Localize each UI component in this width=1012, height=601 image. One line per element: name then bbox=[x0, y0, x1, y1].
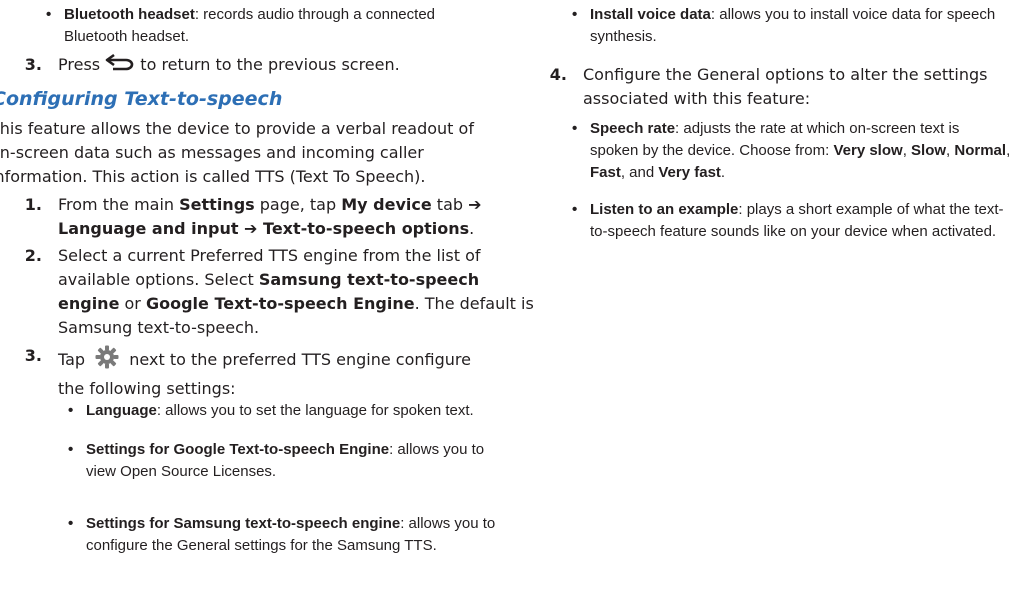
step-number: 1. bbox=[24, 195, 42, 214]
step-text: the following settings: bbox=[58, 379, 236, 398]
step-bold: Samsung text-to-speech bbox=[258, 270, 480, 289]
separator: , and bbox=[620, 164, 659, 181]
step-text: . The default is bbox=[414, 294, 534, 313]
step-text: to return to the previous screen. bbox=[140, 55, 400, 74]
bullet-desc-line2: synthesis. bbox=[590, 28, 657, 45]
step-1: 1. From the main Settings page, tap My d… bbox=[25, 193, 482, 241]
step-text: or bbox=[119, 294, 146, 313]
step-text: Configure the General options to alter t… bbox=[583, 65, 988, 84]
bullet-desc: : allows you to bbox=[389, 441, 485, 458]
bullet-dot: • bbox=[68, 441, 74, 458]
bullet-desc: spoken by the device. Choose from: bbox=[590, 142, 834, 159]
step-3-tap-gear: 3. Tap next to the preferred TTS engine … bbox=[25, 344, 471, 401]
step-bold: My device bbox=[341, 195, 432, 214]
step-bold: engine bbox=[58, 294, 120, 313]
rate-option: Very slow bbox=[833, 142, 903, 159]
step-text: Select a current Preferred TTS engine fr… bbox=[58, 246, 481, 265]
step-arrow: ➔ bbox=[238, 219, 264, 238]
step-bold: Language and input bbox=[58, 219, 239, 238]
step-text: available options. Select bbox=[58, 270, 259, 289]
bullet-desc-line2: to-speech feature sounds like on your de… bbox=[590, 223, 997, 240]
bullet-term: Settings for Google Text-to-speech Engin… bbox=[86, 441, 390, 458]
separator: , bbox=[902, 142, 912, 159]
step-number: 3. bbox=[24, 346, 42, 365]
bullet-dot: • bbox=[68, 402, 74, 419]
step-text: . bbox=[469, 219, 475, 238]
bullet-install-voice-data: • Install voice data: allows you to inst… bbox=[572, 4, 996, 48]
rate-option: Fast bbox=[590, 164, 621, 181]
bullet-term: Listen to an example bbox=[590, 201, 739, 218]
bullet-dot: • bbox=[46, 6, 52, 23]
bullet-dot: • bbox=[572, 201, 578, 218]
step-bold: Google Text-to-speech Engine bbox=[145, 294, 415, 313]
step-text: From the main bbox=[58, 195, 180, 214]
step-4: 4. Configure the General options to alte… bbox=[550, 63, 988, 111]
bullet-listen-example: • Listen to an example: plays a short ex… bbox=[572, 199, 1004, 243]
bullet-desc: : plays a short example of what the text… bbox=[738, 201, 1004, 218]
step-2: 2. Select a current Preferred TTS engine… bbox=[25, 244, 534, 340]
bullet-term: Language bbox=[86, 402, 157, 419]
bullet-desc-line2: view Open Source Licenses. bbox=[86, 463, 277, 480]
separator: . bbox=[720, 164, 726, 181]
bullet-dot: • bbox=[68, 515, 74, 532]
intro-line: information. This action is called TTS (… bbox=[0, 167, 426, 186]
step-bold: Settings bbox=[179, 195, 255, 214]
step-bold: Text-to-speech options bbox=[263, 219, 470, 238]
step-number: 4. bbox=[549, 65, 567, 84]
step-number: 3. bbox=[24, 55, 42, 74]
bullet-desc: : allows you to bbox=[400, 515, 496, 532]
bullet-desc: : allows you to install voice data for s… bbox=[710, 6, 996, 23]
intro-line: This feature allows the device to provid… bbox=[0, 119, 474, 138]
bullet-speech-rate: • Speech rate: adjusts the rate at which… bbox=[572, 118, 1011, 184]
bullet-dot: • bbox=[572, 6, 578, 23]
bullet-desc-line2: configure the General settings for the S… bbox=[86, 537, 437, 554]
bullet-term: Settings for Samsung text-to-speech engi… bbox=[86, 515, 401, 532]
step-number: 2. bbox=[24, 246, 42, 265]
step-text: Tap bbox=[58, 350, 86, 369]
step-text: page, tap bbox=[254, 195, 342, 214]
step-text: tab ➔ bbox=[431, 195, 482, 214]
gear-icon bbox=[94, 344, 120, 377]
back-arrow-icon bbox=[105, 53, 135, 78]
intro-paragraph: This feature allows the device to provid… bbox=[0, 117, 474, 189]
bullet-language: • Language: allows you to set the langua… bbox=[68, 400, 474, 422]
bullet-settings-google: • Settings for Google Text-to-speech Eng… bbox=[68, 439, 485, 483]
rate-option: Normal bbox=[954, 142, 1007, 159]
bullet-settings-samsung: • Settings for Samsung text-to-speech en… bbox=[68, 513, 496, 557]
bullet-desc-line2: Bluetooth headset. bbox=[64, 28, 190, 45]
bullet-desc: : allows you to set the language for spo… bbox=[156, 402, 474, 419]
step-text: next to the preferred TTS engine configu… bbox=[129, 350, 471, 369]
bullet-desc: : adjusts the rate at which on-screen te… bbox=[675, 120, 960, 137]
bullet-term: Install voice data bbox=[590, 6, 711, 23]
bullet-dot: • bbox=[572, 120, 578, 137]
step-3-press-back: 3. Press to return to the previous scree… bbox=[25, 53, 400, 78]
section-heading: Configuring Text-to-speech bbox=[0, 88, 283, 110]
rate-option: Slow bbox=[911, 142, 947, 159]
step-text: associated with this feature: bbox=[583, 89, 811, 108]
step-text: Press bbox=[58, 55, 101, 74]
separator: , bbox=[1006, 142, 1011, 159]
bullet-term: Bluetooth headset bbox=[64, 6, 195, 23]
intro-line: on-screen data such as messages and inco… bbox=[0, 143, 424, 162]
bullet-bluetooth-headset: • Bluetooth headset: records audio throu… bbox=[46, 4, 436, 48]
step-text: Samsung text-to-speech. bbox=[58, 318, 260, 337]
rate-option: Very fast bbox=[658, 164, 721, 181]
bullet-term: Speech rate bbox=[590, 120, 676, 137]
bullet-desc: : records audio through a connected bbox=[194, 6, 436, 23]
